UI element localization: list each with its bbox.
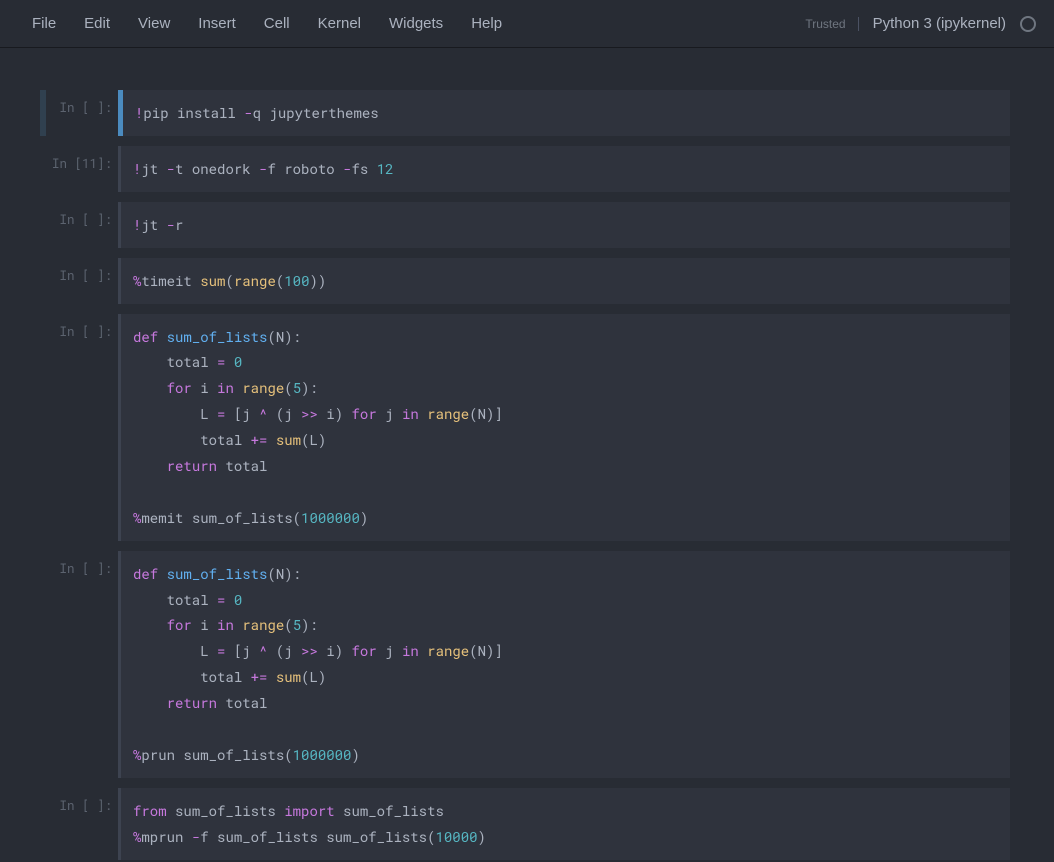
menu-insert[interactable]: Insert xyxy=(184,7,250,40)
cell-prompt: In [ ]: xyxy=(40,258,118,304)
menu-cell[interactable]: Cell xyxy=(250,7,304,40)
cell-input[interactable]: !jt -r xyxy=(118,202,1010,248)
code-cell[interactable]: In [ ]:%timeit sum(range(100)) xyxy=(40,258,1010,304)
kernel-name[interactable]: Python 3 (ipykernel) xyxy=(873,15,1006,32)
code-cell[interactable]: In [ ]:!pip install -q jupyterthemes xyxy=(40,90,1010,136)
code-cell[interactable]: In [ ]:def sum_of_lists(N): total = 0 fo… xyxy=(40,314,1010,541)
menu-left: FileEditViewInsertCellKernelWidgetsHelp xyxy=(18,7,516,40)
code-cell[interactable]: In [ ]:!jt -r xyxy=(40,202,1010,248)
cell-input[interactable]: def sum_of_lists(N): total = 0 for i in … xyxy=(118,551,1010,778)
cell-prompt: In [11]: xyxy=(40,146,118,192)
menu-kernel[interactable]: Kernel xyxy=(304,7,375,40)
code-cell[interactable]: In [11]:!jt -t onedork -f roboto -fs 12 xyxy=(40,146,1010,192)
menu-view[interactable]: View xyxy=(124,7,184,40)
menu-help[interactable]: Help xyxy=(457,7,516,40)
trusted-indicator: Trusted xyxy=(805,17,858,31)
cell-prompt: In [ ]: xyxy=(40,202,118,248)
code-cell[interactable]: In [ ]:def sum_of_lists(N): total = 0 fo… xyxy=(40,551,1010,778)
menu-widgets[interactable]: Widgets xyxy=(375,7,457,40)
menubar: FileEditViewInsertCellKernelWidgetsHelp … xyxy=(0,0,1054,48)
menu-file[interactable]: File xyxy=(18,7,70,40)
cell-prompt: In [ ]: xyxy=(40,551,118,778)
menu-right: Trusted Python 3 (ipykernel) xyxy=(805,15,1036,32)
cell-prompt: In [ ]: xyxy=(40,314,118,541)
cell-prompt: In [ ]: xyxy=(40,788,118,860)
cell-input[interactable]: from sum_of_lists import sum_of_lists %m… xyxy=(118,788,1010,860)
code-cell[interactable]: In [ ]:from sum_of_lists import sum_of_l… xyxy=(40,788,1010,860)
cell-input[interactable]: !jt -t onedork -f roboto -fs 12 xyxy=(118,146,1010,192)
notebook-area[interactable]: In [ ]:!pip install -q jupyterthemesIn [… xyxy=(0,48,1054,860)
menu-edit[interactable]: Edit xyxy=(70,7,124,40)
cell-prompt: In [ ]: xyxy=(40,90,118,136)
cell-input[interactable]: def sum_of_lists(N): total = 0 for i in … xyxy=(118,314,1010,541)
cell-input[interactable]: !pip install -q jupyterthemes xyxy=(118,90,1010,136)
cell-input[interactable]: %timeit sum(range(100)) xyxy=(118,258,1010,304)
kernel-status-icon[interactable] xyxy=(1020,16,1036,32)
